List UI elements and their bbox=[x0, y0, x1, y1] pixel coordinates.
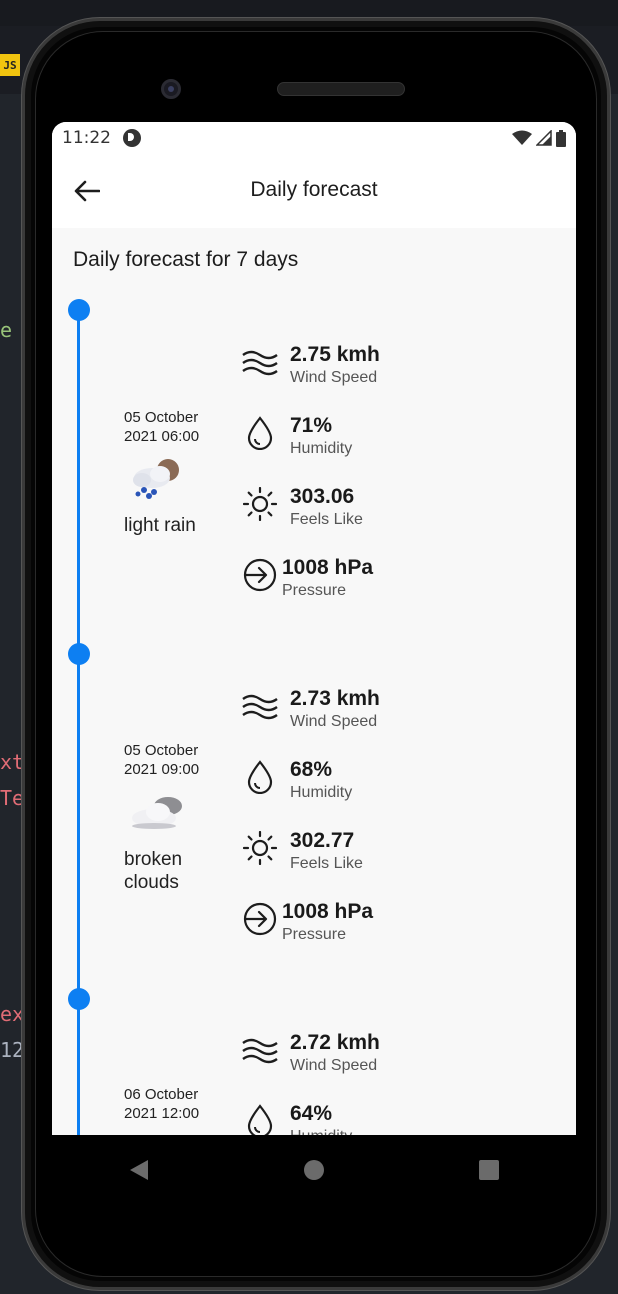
sun-icon bbox=[243, 487, 277, 521]
app-notification-icon bbox=[123, 129, 141, 147]
triangle-back-icon bbox=[130, 1160, 149, 1180]
signal-icon bbox=[536, 130, 552, 146]
code-fragment: ex bbox=[0, 1002, 25, 1026]
wind-speed-value: 2.73 kmh bbox=[290, 687, 380, 710]
wifi-icon bbox=[512, 130, 532, 145]
droplet-icon bbox=[247, 760, 273, 794]
wind-speed-value: 2.75 kmh bbox=[290, 343, 380, 366]
pressure-label: Pressure bbox=[282, 582, 347, 599]
code-fragment: Te bbox=[0, 786, 25, 810]
feels-like-metric: 302.77 Feels Like bbox=[240, 828, 363, 874]
status-bar: 11:22 bbox=[52, 122, 576, 154]
humidity-label: Humidity bbox=[290, 440, 353, 457]
feels-like-label: Feels Like bbox=[290, 855, 363, 872]
rain-cloud-icon bbox=[128, 456, 184, 507]
app-screen: 11:22 Daily forecast Daily forecast for … bbox=[52, 122, 576, 1135]
code-fragment: xt bbox=[0, 750, 25, 774]
timeline-dot bbox=[68, 643, 90, 665]
entry-description: light rain bbox=[124, 515, 196, 536]
pressure-icon bbox=[243, 558, 277, 592]
pressure-label: Pressure bbox=[282, 926, 347, 943]
battery-icon bbox=[556, 129, 566, 147]
front-camera bbox=[161, 79, 181, 99]
status-icons bbox=[512, 129, 566, 147]
pressure-value: 1008 hPa bbox=[282, 556, 374, 579]
status-time: 11:22 bbox=[62, 128, 111, 148]
timeline-dot bbox=[68, 988, 90, 1010]
wind-speed-value: 2.72 kmh bbox=[290, 1031, 380, 1054]
wind-speed-metric: 2.75 kmh Wind Speed bbox=[240, 342, 380, 388]
entry-date: 06 October 2021 12:00 bbox=[124, 1086, 200, 1122]
entry-date: 05 October 2021 09:00 bbox=[124, 742, 200, 778]
pressure-icon bbox=[243, 902, 277, 936]
code-fragment: 12 bbox=[0, 1038, 25, 1062]
wind-speed-label: Wind Speed bbox=[290, 369, 378, 386]
droplet-icon bbox=[247, 416, 273, 450]
feels-like-metric: 303.06 Feels Like bbox=[240, 484, 363, 530]
forecast-list[interactable]: Daily forecast for 7 days 05 October 202… bbox=[52, 228, 576, 1135]
square-recents-icon bbox=[478, 1160, 499, 1180]
app-bar: Daily forecast bbox=[52, 154, 576, 228]
wind-icon bbox=[242, 1038, 278, 1064]
circle-home-icon bbox=[303, 1160, 324, 1180]
feels-like-value: 302.77 bbox=[290, 829, 355, 852]
timeline-line bbox=[77, 310, 80, 1135]
page-title: Daily forecast bbox=[250, 178, 378, 201]
humidity-metric: 68% Humidity bbox=[240, 757, 352, 803]
wind-speed-label: Wind Speed bbox=[290, 1057, 378, 1074]
wind-icon bbox=[242, 694, 278, 720]
pressure-value: 1008 hPa bbox=[282, 900, 374, 923]
feels-like-label: Feels Like bbox=[290, 511, 363, 528]
earpiece-speaker bbox=[277, 82, 405, 96]
humidity-value: 64% bbox=[290, 1102, 333, 1125]
timeline-dot bbox=[68, 299, 90, 321]
broken-clouds-icon bbox=[128, 792, 188, 837]
pressure-metric: 1008 hPa Pressure bbox=[240, 555, 373, 601]
wind-speed-label: Wind Speed bbox=[290, 713, 378, 730]
wind-icon bbox=[242, 350, 278, 376]
pressure-metric: 1008 hPa Pressure bbox=[240, 899, 373, 945]
humidity-label: Humidity bbox=[290, 1127, 352, 1135]
nav-recents-button[interactable] bbox=[459, 1145, 519, 1195]
nav-home-button[interactable] bbox=[284, 1145, 344, 1195]
droplet-icon bbox=[247, 1104, 273, 1135]
system-navigation-bar bbox=[52, 1135, 576, 1205]
js-file-badge: JS bbox=[0, 54, 20, 76]
wind-speed-metric: 2.72 kmh Wind Speed bbox=[240, 1030, 380, 1076]
humidity-metric: 71% Humidity bbox=[240, 413, 352, 459]
sun-icon bbox=[243, 831, 277, 865]
humidity-value: 68% bbox=[290, 758, 333, 781]
nav-back-button[interactable] bbox=[109, 1145, 169, 1195]
humidity-label: Humidity bbox=[290, 784, 353, 801]
humidity-value: 71% bbox=[290, 414, 333, 437]
feels-like-value: 303.06 bbox=[290, 485, 355, 508]
code-fragment: e bbox=[0, 318, 13, 342]
section-title: Daily forecast for 7 days bbox=[73, 248, 299, 271]
entry-description: broken clouds bbox=[124, 849, 183, 893]
humidity-metric: 64% Humidity bbox=[240, 1101, 352, 1135]
entry-date: 05 October 2021 06:00 bbox=[124, 409, 200, 445]
wind-speed-metric: 2.73 kmh Wind Speed bbox=[240, 686, 380, 732]
